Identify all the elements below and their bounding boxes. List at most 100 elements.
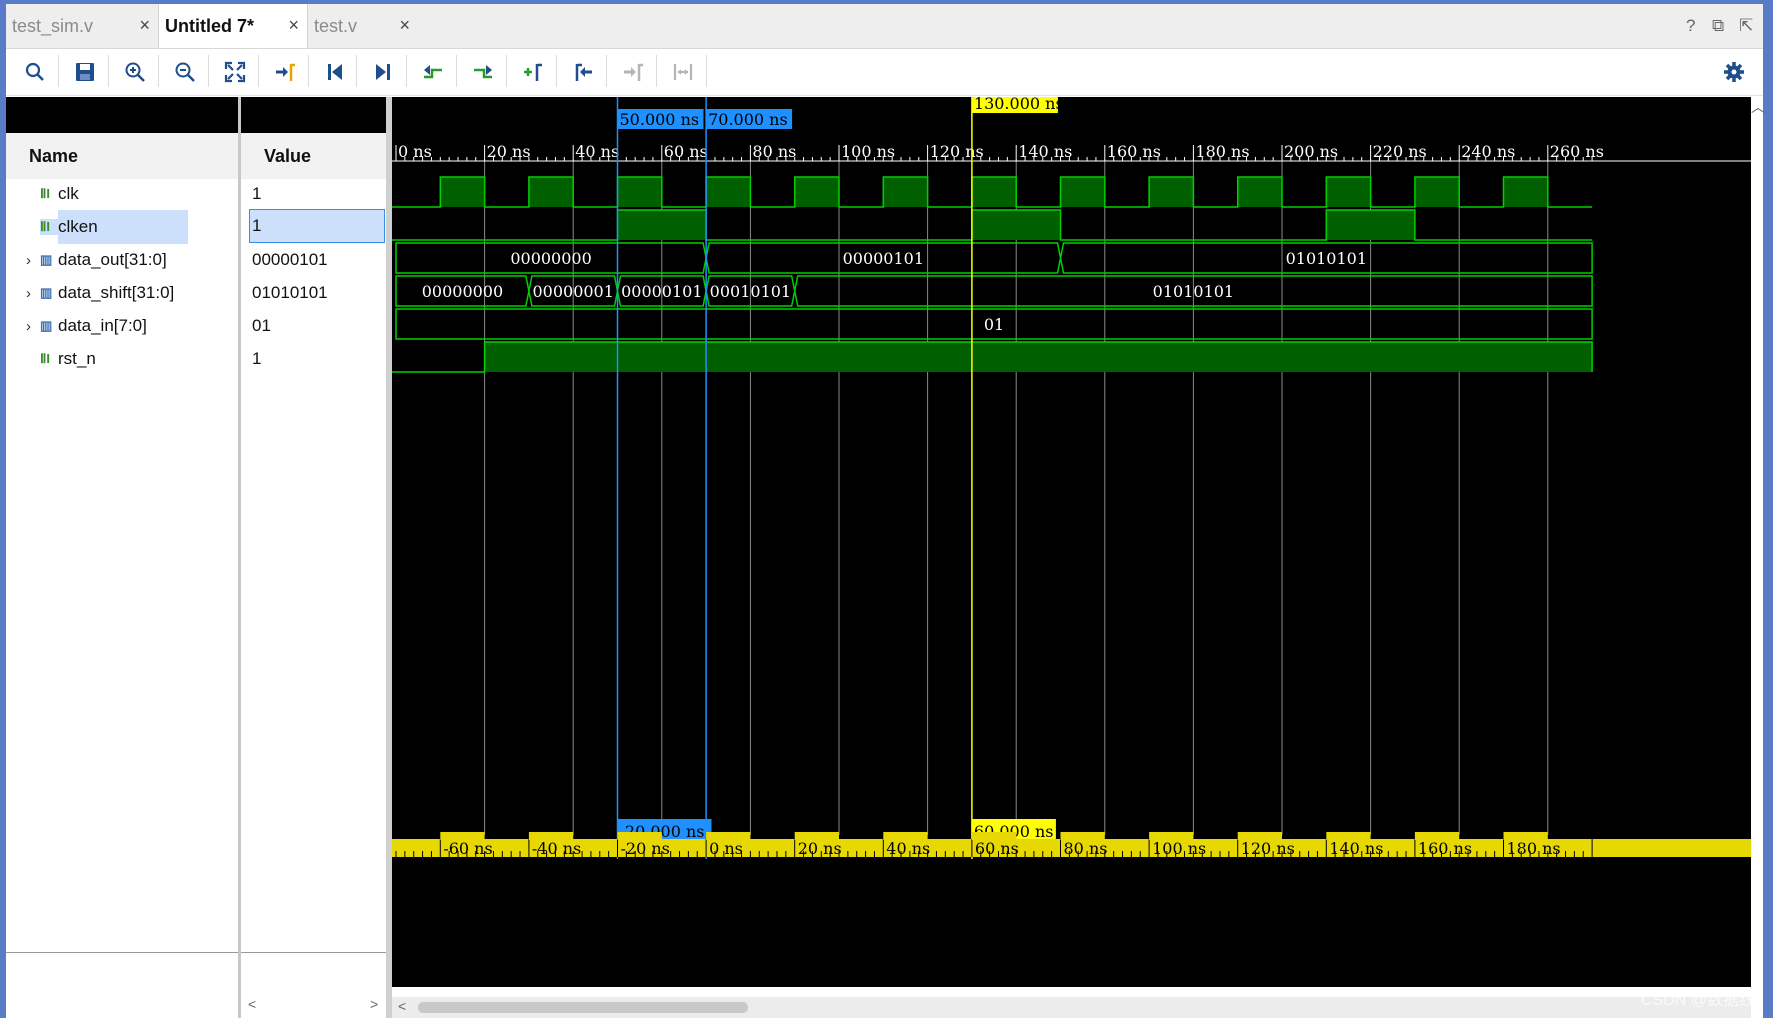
- chevron-right-icon[interactable]: ›: [26, 318, 40, 335]
- close-icon[interactable]: ×: [399, 15, 410, 36]
- wave-data_in: 01: [395, 308, 1593, 340]
- grid-lines: [484, 159, 1549, 835]
- name-panel-footer: [6, 952, 238, 1019]
- wave-high-region: [528, 177, 574, 207]
- go-to-cursor-icon[interactable]: [269, 56, 301, 88]
- add-marker-icon[interactable]: [517, 56, 549, 88]
- waveform-vertical-scrollbar[interactable]: ︿: [1751, 97, 1765, 987]
- previous-transition-icon[interactable]: [417, 56, 449, 88]
- toolbar-divider: [506, 55, 507, 87]
- waveform-panel[interactable]: 0 ns 20 ns 40 ns 60 ns 80 ns 100 ns 120 ns 140 …: [392, 97, 1751, 987]
- wave-high-region: [971, 177, 1017, 207]
- toolbar: [6, 49, 1763, 96]
- next-transition-icon[interactable]: [467, 56, 499, 88]
- ruler-tick-label: 40 ns: [575, 142, 619, 161]
- signal-name: data_shift[31:0]: [58, 283, 175, 302]
- signal-value-clk: 1: [252, 184, 262, 203]
- relative-tick-label: 100 ns: [1152, 839, 1206, 858]
- wave-high-region: [1326, 177, 1371, 207]
- signal-value-data-shift: 01010101: [252, 283, 328, 302]
- bus-value-label: 00000000: [510, 249, 591, 268]
- wave-high-region: [617, 177, 662, 207]
- waveform-horizontal-scrollbar[interactable]: <: [392, 997, 1751, 1018]
- wave-high-region: [971, 210, 1061, 240]
- value-column-header[interactable]: Value: [241, 133, 386, 179]
- relative-time-ruler: -60 ns -40 ns -20 ns 0 ns 20 ns 40 ns 60 ns 80 …: [392, 832, 1751, 858]
- relative-tick-label: 20 ns: [798, 839, 842, 858]
- tab-untitled-7[interactable]: Untitled 7* ×: [158, 4, 308, 48]
- signal-value-data-in: 01: [252, 316, 271, 335]
- toolbar-divider: [406, 55, 407, 87]
- toolbar-divider: [258, 55, 259, 87]
- signal-row-rst-n[interactable]: ⅡI rst_n: [26, 342, 96, 376]
- wave-data_shift: 00000000 00000001 00000101 00010101 01010101: [395, 275, 1593, 307]
- signal-row-data-out[interactable]: › ▥ data_out[31:0]: [26, 243, 167, 277]
- previous-marker-icon[interactable]: [567, 56, 599, 88]
- help-icon[interactable]: ?: [1686, 16, 1695, 36]
- next-marker-icon[interactable]: [617, 56, 649, 88]
- scroll-left-icon[interactable]: <: [398, 998, 406, 1014]
- relative-tick-label: 0 ns: [709, 839, 743, 858]
- close-icon[interactable]: ×: [139, 15, 150, 36]
- signal-row-clk[interactable]: ⅡI clk: [26, 177, 79, 211]
- chevron-up-icon[interactable]: ︿: [1751, 97, 1765, 117]
- toolbar-divider: [456, 55, 457, 87]
- name-column-header[interactable]: Name: [6, 133, 238, 179]
- search-icon[interactable]: [19, 56, 51, 88]
- relative-tick-label: 40 ns: [886, 839, 930, 858]
- bus-value-label: 00000000: [422, 282, 503, 301]
- toolbar-divider: [706, 55, 707, 87]
- float-window-icon[interactable]: ⇱: [1739, 16, 1753, 36]
- zoom-out-icon[interactable]: [169, 56, 201, 88]
- wave-high-region: [1503, 177, 1548, 207]
- tab-label: test.v: [314, 15, 358, 36]
- bit-signal-icon: ⅡI: [40, 351, 51, 366]
- waveform-viewer-window: test_sim.v × Untitled 7* × test.v × ? ⧉ …: [0, 0, 1773, 1019]
- toolbar-divider: [356, 55, 357, 87]
- toolbar-divider: [308, 55, 309, 87]
- close-icon[interactable]: ×: [288, 15, 299, 36]
- cursor-label: 130.000 ns: [974, 97, 1064, 113]
- zoom-fit-icon[interactable]: [219, 56, 251, 88]
- signal-row-data-shift[interactable]: › ▥ data_shift[31:0]: [26, 276, 174, 310]
- signal-row-clken[interactable]: ⅡI clken: [26, 210, 188, 244]
- signal-row-data-in[interactable]: › ▥ data_in[7:0]: [26, 309, 147, 343]
- scrollbar-thumb[interactable]: [418, 1002, 748, 1013]
- watermark: CSDN @数据线: [1640, 992, 1755, 1009]
- tab-test-v[interactable]: test.v ×: [308, 4, 418, 48]
- relative-tick-label: 160 ns: [1418, 839, 1472, 858]
- relative-tick-label: 60 ns: [975, 839, 1019, 858]
- scroll-left-icon[interactable]: <: [248, 996, 256, 1012]
- go-to-time-zero-icon[interactable]: [319, 56, 351, 88]
- bus-value-label: 01: [984, 315, 1004, 334]
- ruler-tick-label: 180 ns: [1195, 142, 1249, 161]
- toolbar-divider: [606, 55, 607, 87]
- scroll-right-icon[interactable]: >: [370, 996, 378, 1012]
- ruler-tick-label: 0 ns: [398, 142, 432, 161]
- go-to-last-time-icon[interactable]: [367, 56, 399, 88]
- relative-tick-label: 120 ns: [1241, 839, 1295, 858]
- bus-value-label: 01010101: [1286, 249, 1367, 268]
- wave-high-region: [1326, 210, 1415, 240]
- swap-cursors-icon[interactable]: [667, 56, 699, 88]
- wave-high-region: [1149, 177, 1194, 207]
- chevron-right-icon[interactable]: ›: [26, 285, 40, 302]
- restore-icon[interactable]: ⧉: [1712, 16, 1724, 36]
- waveform-canvas[interactable]: 0 ns 20 ns 40 ns 60 ns 80 ns 100 ns 120 ns 140 …: [392, 97, 1751, 987]
- window-border-right: [1763, 0, 1773, 1018]
- wave-data_out: 00000000 00000101 01010101: [395, 242, 1593, 274]
- chevron-right-icon[interactable]: ›: [26, 252, 40, 269]
- wave-rst_n: [392, 341, 1593, 373]
- relative-tick-label: -20 ns: [621, 839, 670, 858]
- tab-bar: test_sim.v × Untitled 7* × test.v × ? ⧉ …: [6, 4, 1763, 49]
- ruler-tick-label: 80 ns: [752, 142, 796, 161]
- signal-value-clken[interactable]: 1: [249, 209, 385, 243]
- bus-value-label: 00000001: [532, 282, 613, 301]
- signal-name: rst_n: [58, 349, 96, 368]
- tab-test-sim[interactable]: test_sim.v ×: [6, 4, 158, 48]
- zoom-in-icon[interactable]: [119, 56, 151, 88]
- settings-icon[interactable]: [1718, 56, 1750, 88]
- ruler-tick-label: 100 ns: [841, 142, 895, 161]
- wave-high-region: [883, 177, 928, 207]
- save-icon[interactable]: [69, 56, 101, 88]
